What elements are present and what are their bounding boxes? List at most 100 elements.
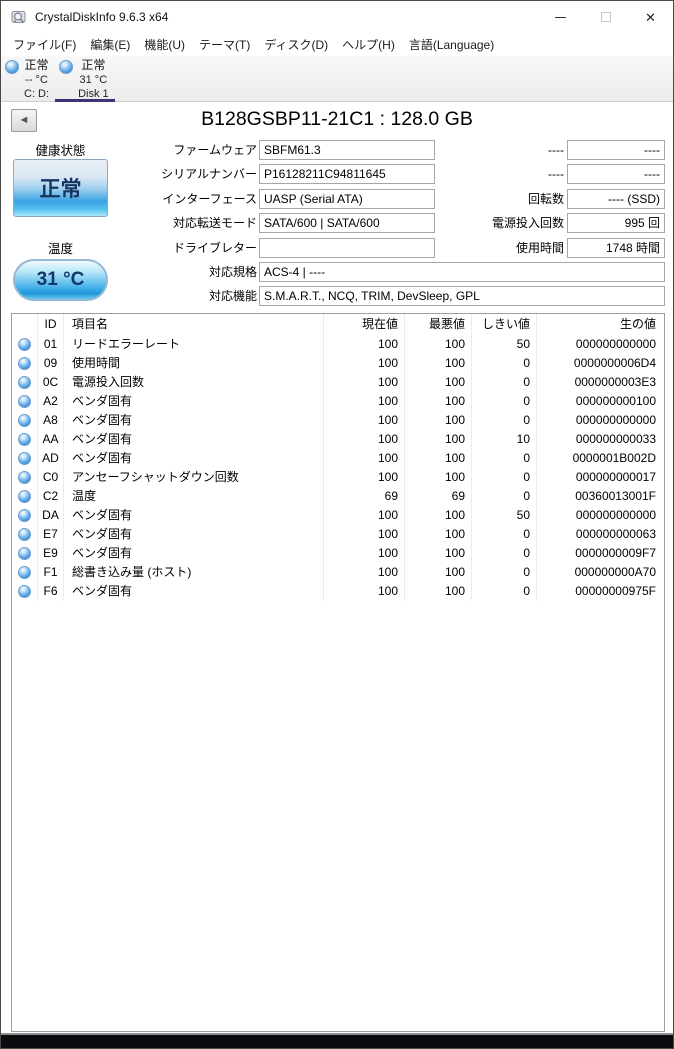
cell-threshold: 50: [472, 506, 537, 525]
status-orb-icon: [12, 506, 38, 525]
cell-threshold: 0: [472, 392, 537, 411]
cell-id: E9: [38, 544, 64, 563]
cell-id: A8: [38, 411, 64, 430]
cell-name: 総書き込み量 (ホスト): [64, 563, 324, 582]
disk-status: 正常: [24, 58, 49, 72]
menu-item[interactable]: ディスク(D): [257, 34, 335, 55]
cell-id: C0: [38, 468, 64, 487]
cell-id: F6: [38, 582, 64, 601]
cell-id: AA: [38, 430, 64, 449]
maximize-button[interactable]: [583, 1, 628, 33]
cell-threshold: 0: [472, 354, 537, 373]
cell-name: ベンダ固有: [64, 449, 324, 468]
cell-threshold: 0: [472, 487, 537, 506]
cell-current: 100: [324, 563, 405, 582]
features-value: S.M.A.R.T., NCQ, TRIM, DevSleep, GPL: [259, 286, 665, 306]
status-orb-icon: [12, 335, 38, 354]
cell-threshold: 0: [472, 373, 537, 392]
cell-threshold: 10: [472, 430, 537, 449]
cell-worst: 100: [405, 468, 472, 487]
rotation-label: 回転数: [527, 192, 564, 206]
cell-current: 100: [324, 544, 405, 563]
table-row[interactable]: 0C 電源投入回数 100 100 0 0000000003E3: [12, 373, 664, 392]
cell-name: アンセーフシャットダウン回数: [64, 468, 324, 487]
status-orb-icon: [12, 525, 38, 544]
table-row[interactable]: C2 温度 69 69 0 00360013001F: [12, 487, 664, 506]
menu-item[interactable]: ヘルプ(H): [335, 34, 402, 55]
table-row[interactable]: 01 リードエラーレート 100 100 50 000000000000: [12, 335, 664, 354]
table-row[interactable]: F1 総書き込み量 (ホスト) 100 100 0 000000000A70: [12, 563, 664, 582]
menu-item[interactable]: 編集(E): [83, 34, 137, 55]
table-row[interactable]: A8 ベンダ固有 100 100 0 000000000000: [12, 411, 664, 430]
status-orb-icon: [12, 411, 38, 430]
status-orb-icon: [12, 544, 38, 563]
cell-worst: 100: [405, 506, 472, 525]
cell-raw: 000000000017: [575, 470, 656, 484]
cell-name: ベンダ固有: [64, 506, 324, 525]
cell-name: ベンダ固有: [64, 392, 324, 411]
power-on-count-label: 電源投入回数: [491, 216, 564, 230]
disk-status-orb-icon: [5, 60, 19, 74]
minimize-button[interactable]: [538, 1, 583, 33]
header-threshold: しきい値: [472, 314, 537, 335]
cell-raw: 000000000033: [575, 432, 656, 446]
firmware-label: ファームウェア: [173, 143, 257, 157]
taskbar-sliver: [1, 1035, 673, 1048]
close-button[interactable]: ✕: [628, 1, 673, 33]
cell-raw: 00360013001F: [575, 489, 656, 503]
cell-name: 電源投入回数: [64, 373, 324, 392]
cell-name: ベンダ固有: [64, 411, 324, 430]
table-row[interactable]: E7 ベンダ固有 100 100 0 000000000063: [12, 525, 664, 544]
cell-raw: 0000000009F7: [575, 546, 656, 560]
disk-tab-cd[interactable]: 正常 -- °C C: D:: [1, 56, 55, 102]
header-name: 項目名: [64, 314, 324, 335]
status-orb-icon: [12, 582, 38, 601]
header-id: ID: [38, 314, 64, 335]
table-row[interactable]: F6 ベンダ固有 100 100 0 00000000975F: [12, 582, 664, 601]
cell-name: リードエラーレート: [64, 335, 324, 354]
menu-item[interactable]: ファイル(F): [6, 34, 83, 55]
cell-name: ベンダ固有: [64, 544, 324, 563]
table-row[interactable]: E9 ベンダ固有 100 100 0 0000000009F7: [12, 544, 664, 563]
cell-threshold: 0: [472, 449, 537, 468]
status-orb-icon: [12, 487, 38, 506]
serial-label: シリアルナンバー: [161, 167, 257, 181]
temperature-badge[interactable]: 31 °C: [13, 259, 108, 301]
table-row[interactable]: 09 使用時間 100 100 0 0000000006D4: [12, 354, 664, 373]
status-orb-icon: [12, 449, 38, 468]
dash-label-2: ----: [548, 167, 564, 181]
health-status-value: 正常: [39, 178, 82, 201]
cell-id: 09: [38, 354, 64, 373]
menu-item[interactable]: 言語(Language): [402, 34, 501, 55]
drive-letter-value: [259, 238, 435, 258]
table-row[interactable]: AA ベンダ固有 100 100 10 000000000033: [12, 430, 664, 449]
smart-attribute-table: ID 項目名 現在値 最悪値 しきい値 生の値 01 リードエラーレート 100…: [11, 313, 665, 1032]
health-status-button[interactable]: 正常: [13, 159, 108, 217]
status-orb-icon: [12, 468, 38, 487]
cell-current: 100: [324, 411, 405, 430]
header-worst: 最悪値: [405, 314, 472, 335]
menu-item[interactable]: 機能(U): [137, 34, 192, 55]
minimize-icon: [555, 16, 566, 18]
disk-tab-disk1[interactable]: 正常 31 °C Disk 1: [55, 56, 115, 102]
table-row[interactable]: A2 ベンダ固有 100 100 0 000000000100: [12, 392, 664, 411]
header-raw: 生の値: [619, 317, 656, 331]
maximize-icon: [600, 12, 611, 22]
health-status-label: 健康状態: [35, 144, 86, 158]
window-controls: ✕: [538, 1, 673, 33]
table-row[interactable]: C0 アンセーフシャットダウン回数 100 100 0 000000000017: [12, 468, 664, 487]
cell-current: 100: [324, 525, 405, 544]
menu-item[interactable]: テーマ(T): [192, 34, 257, 55]
disk-name: Disk 1: [78, 88, 109, 100]
serial-value: P16128211C94811645: [259, 164, 435, 184]
cell-worst: 100: [405, 373, 472, 392]
cell-current: 100: [324, 392, 405, 411]
cell-threshold: 0: [472, 582, 537, 601]
status-orb-icon: [12, 563, 38, 582]
cell-name: ベンダ固有: [64, 430, 324, 449]
cell-worst: 100: [405, 411, 472, 430]
temperature-label: 温度: [47, 242, 73, 256]
table-row[interactable]: AD ベンダ固有 100 100 0 0000001B002D: [12, 449, 664, 468]
table-row[interactable]: DA ベンダ固有 100 100 50 000000000000: [12, 506, 664, 525]
status-orb-icon: [12, 430, 38, 449]
